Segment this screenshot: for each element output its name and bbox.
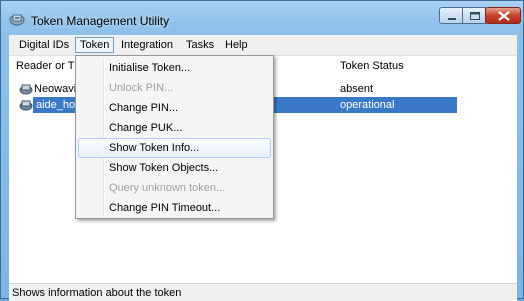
menu-digital-ids[interactable]: Digital IDs xyxy=(15,37,73,53)
menu-item-label: Unlock PIN... xyxy=(109,82,174,94)
close-icon xyxy=(498,11,510,21)
token-dropdown-menu: Initialise Token... Unlock PIN... Change… xyxy=(75,55,274,219)
menu-item-label: Change PIN... xyxy=(109,102,179,114)
menu-item-show-token-info[interactable]: Show Token Info... xyxy=(78,138,271,158)
column-header-token-status[interactable]: Token Status xyxy=(340,60,404,72)
close-button[interactable] xyxy=(485,7,521,24)
menu-help[interactable]: Help xyxy=(221,37,252,53)
reader-name: aide_hol xyxy=(36,99,78,111)
menu-item-label: Change PUK... xyxy=(109,122,183,134)
menu-item-query-unknown-token[interactable]: Query unknown token... xyxy=(78,178,271,198)
status-bar: Shows information about the token xyxy=(9,283,517,301)
maximize-button[interactable] xyxy=(462,7,486,24)
card-reader-icon xyxy=(19,100,33,111)
menu-item-change-puk[interactable]: Change PUK... xyxy=(78,118,271,138)
menu-bar: Digital IDs Token Integration Tasks Help xyxy=(9,35,517,56)
minimize-icon xyxy=(448,18,456,20)
status-text: Shows information about the token xyxy=(12,287,182,299)
token-status: operational xyxy=(340,99,395,111)
menu-item-initialise-token[interactable]: Initialise Token... xyxy=(78,58,271,78)
menu-integration[interactable]: Integration xyxy=(117,37,177,53)
menu-item-label: Show Token Info... xyxy=(109,142,200,154)
column-header-reader[interactable]: Reader or T xyxy=(16,60,75,72)
title-bar[interactable]: Token Management Utility xyxy=(1,1,523,35)
menu-token[interactable]: Token xyxy=(75,37,115,53)
menu-item-show-token-objects[interactable]: Show Token Objects... xyxy=(78,158,271,178)
window-title: Token Management Utility xyxy=(31,14,170,28)
menu-item-label: Query unknown token... xyxy=(109,182,226,194)
app-window: Token Management Utility Digital IDs Tok… xyxy=(0,0,524,301)
menu-item-change-pin[interactable]: Change PIN... xyxy=(78,98,271,118)
token-app-icon xyxy=(9,14,25,26)
token-status: absent xyxy=(340,83,374,95)
card-reader-icon xyxy=(19,84,33,95)
menu-item-change-pin-timeout[interactable]: Change PIN Timeout... xyxy=(78,198,271,218)
menu-item-label: Show Token Objects... xyxy=(109,162,219,174)
menu-item-label: Initialise Token... xyxy=(109,62,191,74)
reader-name: Neowavi xyxy=(34,83,77,95)
menu-tasks[interactable]: Tasks xyxy=(182,37,218,53)
minimize-button[interactable] xyxy=(439,7,463,24)
maximize-icon xyxy=(470,12,480,20)
menu-item-unlock-pin[interactable]: Unlock PIN... xyxy=(78,78,271,98)
menu-item-label: Change PIN Timeout... xyxy=(109,202,221,214)
